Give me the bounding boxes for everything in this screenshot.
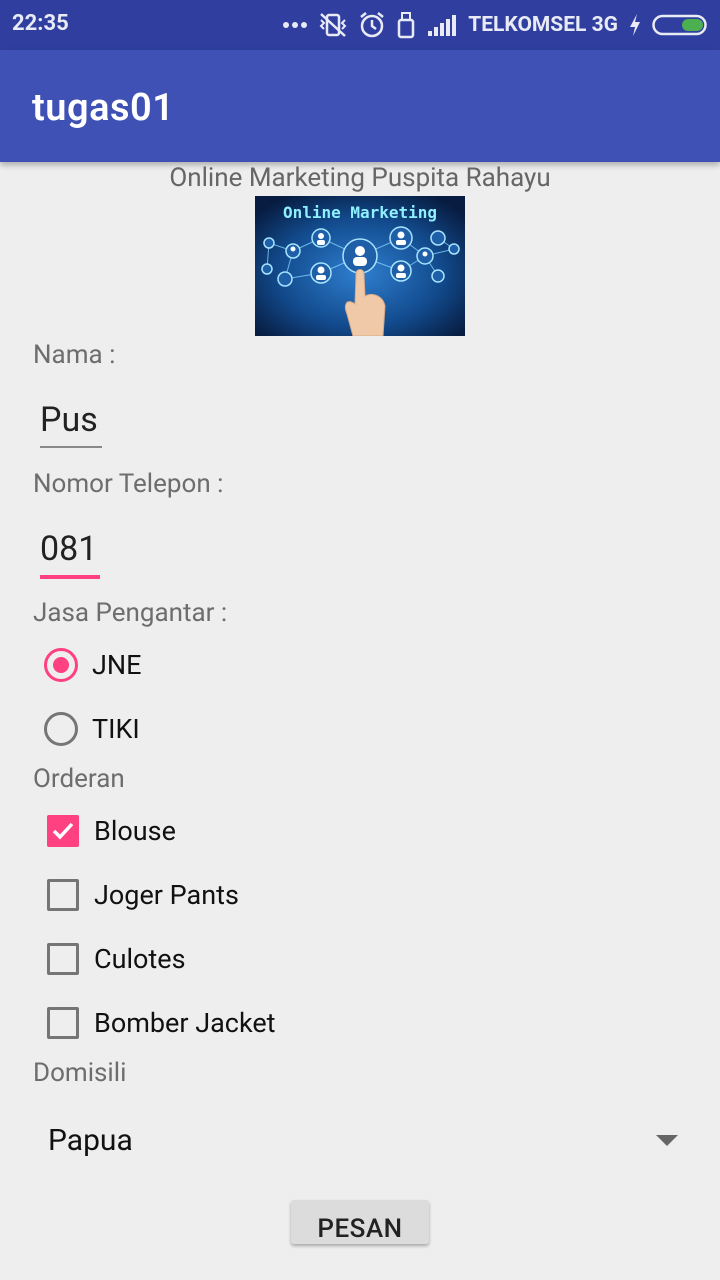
usb-icon [396,11,416,39]
radio-unselected-icon [44,712,78,746]
checkbox-checked-icon [47,815,79,847]
telepon-field-underline [40,575,100,579]
radio-jne[interactable]: JNE [44,640,142,690]
banner-text: Online Marketing [283,203,437,222]
orderan-label: Orderan [33,764,125,794]
pesan-button[interactable]: PESAN [291,1200,429,1244]
domisili-label: Domisili [33,1058,127,1088]
app-title: tugas01 [32,86,175,130]
status-bar: 22:35 TELKOMSEL 3G [0,0,720,50]
checkbox-label: Bomber Jacket [94,1007,276,1039]
domisili-selected-value: Papua [48,1123,133,1158]
checkbox-culotes[interactable]: Culotes [44,934,186,984]
status-time: 22:35 [12,11,69,36]
app-bar: tugas01 [0,50,720,162]
alarm-icon [358,11,386,39]
radio-selected-icon [44,648,78,682]
vibrate-off-icon [318,12,348,38]
charging-icon [628,13,642,37]
radio-tiki[interactable]: TIKI [44,704,140,754]
jasa-label: Jasa Pengantar : [33,598,228,628]
dropdown-arrow-icon [656,1135,678,1146]
banner-image: Online Marketing [255,196,465,336]
radio-label: JNE [92,649,142,681]
nama-label: Nama : [33,340,116,370]
checkbox-unchecked-icon [47,1007,79,1039]
carrier-name: TELKOMSEL 3G [468,13,618,37]
checkbox-label: Blouse [94,815,176,847]
nama-field[interactable]: Pus [40,400,98,440]
status-icons: TELKOMSEL 3G [282,8,710,42]
checkbox-blouse[interactable]: Blouse [44,806,176,856]
telepon-field[interactable]: 081 [40,529,97,569]
radio-label: TIKI [92,713,140,745]
nama-field-underline [40,446,102,448]
page-header-text: Online Marketing Puspita Rahayu [169,163,551,193]
checkbox-unchecked-icon [47,879,79,911]
more-dots-icon [282,20,308,30]
checkbox-bomber-jacket[interactable]: Bomber Jacket [44,998,276,1048]
checkbox-unchecked-icon [47,943,79,975]
battery-icon [652,13,710,37]
domisili-spinner[interactable]: Papua [48,1115,688,1169]
telepon-label: Nomor Telepon : [33,469,224,499]
checkbox-label: Culotes [94,943,186,975]
checkbox-joger-pants[interactable]: Joger Pants [44,870,239,920]
signal-icon [426,13,458,37]
checkbox-label: Joger Pants [94,879,239,911]
